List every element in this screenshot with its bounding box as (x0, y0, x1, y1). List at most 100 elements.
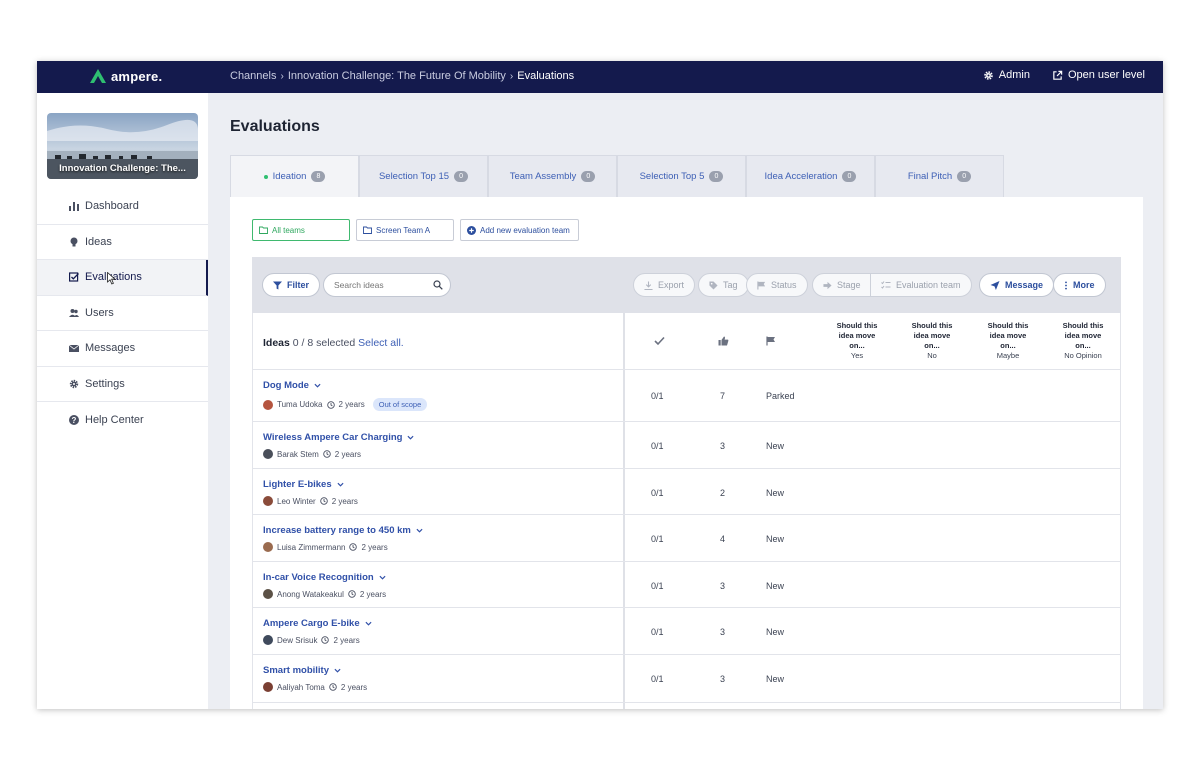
stage-button[interactable]: Stage (812, 273, 872, 297)
send-icon (990, 280, 1000, 290)
likes-cell: 3 (720, 627, 726, 637)
idea-age: 2 years (331, 496, 358, 506)
sidebar-item-evaluations[interactable]: Evaluations (37, 260, 208, 296)
chevron-down-icon (334, 668, 341, 673)
envelope-icon (69, 344, 79, 353)
top-bar: ampere. Channels › Innovation Challenge:… (37, 61, 1163, 93)
add-evaluation-team-button[interactable]: Add new evaluation team (460, 219, 579, 241)
sidebar-item-messages[interactable]: Messages (37, 331, 208, 367)
question-line: on... (1075, 341, 1091, 350)
list-check-icon (881, 280, 891, 289)
sidebar-item-settings[interactable]: Settings (37, 367, 208, 402)
question-icon: ? (69, 414, 79, 425)
screen-team-a-chip[interactable]: Screen Team A (356, 219, 454, 241)
status-cell: New (766, 441, 785, 451)
admin-button[interactable]: Admin (983, 69, 1030, 81)
all-teams-chip[interactable]: All teams (252, 219, 350, 241)
table-row[interactable]: Lighter E-bikes Leo Winter 2 years 0/1 2… (253, 469, 1120, 515)
question-column-no: Should this idea move on... No (902, 321, 962, 361)
export-button[interactable]: Export (633, 273, 696, 297)
sidebar-item-dashboard[interactable]: Dashboard (37, 189, 208, 225)
tab-ideation[interactable]: Ideation 8 (230, 155, 359, 197)
table-row[interactable]: In-car Voice Recognition Anong Watakeaku… (253, 562, 1120, 608)
idea-title[interactable]: Dog Mode (263, 380, 321, 391)
select-all-link[interactable]: Select all. (358, 337, 404, 349)
idea-author: Anong Watakeakul (277, 589, 344, 599)
table-row[interactable]: Wireless Ampere Car Charging Barak Stem … (253, 422, 1120, 469)
tag-button[interactable]: Tag (698, 273, 749, 297)
table-row[interactable]: Smart mobility Aaliyah Toma 2 years 0/1 … (253, 655, 1120, 703)
idea-title[interactable]: Increase battery range to 450 km (263, 525, 423, 536)
idea-title[interactable]: Smart mobility (263, 665, 341, 676)
status-cell: New (766, 674, 785, 684)
idea-author: Tuma Udoka (277, 400, 323, 409)
question-line: on... (849, 341, 865, 350)
logo[interactable]: ampere. (89, 68, 162, 84)
gear-icon (983, 70, 993, 80)
question-line: idea move (989, 331, 1027, 340)
bar-chart-icon (69, 202, 79, 212)
question-line: Should this (987, 321, 1029, 330)
breadcrumb-channels[interactable]: Channels (230, 70, 276, 82)
checkbox-icon (69, 272, 79, 282)
avatar (263, 496, 273, 506)
idea-meta: Aaliyah Toma 2 years (263, 682, 367, 692)
score-cell: 0/1 (651, 534, 664, 544)
search-input[interactable] (323, 273, 451, 297)
tab-idea-acceleration[interactable]: Idea Acceleration 0 (746, 155, 875, 197)
idea-title[interactable]: Ampere Cargo E-bike (263, 618, 372, 629)
idea-title[interactable]: Lighter E-bikes (263, 479, 344, 490)
question-line: idea move (1064, 331, 1102, 340)
sidebar-item-label: Users (85, 306, 114, 319)
idea-title-text: Wireless Ampere Car Charging (263, 432, 403, 443)
tab-label: Selection Top 5 (639, 171, 705, 182)
table-header: Ideas 0 / 8 selected Select all. Should … (253, 313, 1120, 370)
sidebar-item-label: Dashboard (85, 200, 139, 213)
open-user-level-button[interactable]: Open user level (1052, 69, 1145, 81)
tab-team-assembly[interactable]: Team Assembly 0 (488, 155, 617, 197)
thumbs-up-icon (718, 336, 729, 346)
channel-card[interactable]: Innovation Challenge: The... (47, 113, 198, 179)
avatar (263, 449, 273, 459)
breadcrumb-channel[interactable]: Innovation Challenge: The Future Of Mobi… (288, 70, 506, 82)
table-row[interactable]: Ampere Cargo E-bike Dew Srisuk 2 years 0… (253, 608, 1120, 655)
chevron-right-icon: › (509, 70, 514, 82)
tab-count: 8 (311, 171, 326, 182)
idea-title[interactable]: Wireless Ampere Car Charging (263, 432, 414, 443)
status-label: Status (771, 280, 797, 290)
idea-age: 2 years (340, 682, 368, 692)
question-column-no-opinion: Should this idea move on... No Opinion (1053, 321, 1113, 361)
ideas-toolbar: Filter Export Tag Status (252, 257, 1121, 313)
evaluation-team-button[interactable]: Evaluation team (870, 273, 972, 297)
selected-count: 0 / 8 selected (292, 337, 356, 349)
idea-author: Dew Srisuk (277, 635, 318, 645)
score-cell: 0/1 (651, 674, 664, 684)
sidebar-item-help-center[interactable]: ? Help Center (37, 402, 208, 438)
filter-label: Filter (287, 280, 310, 290)
clock-icon (326, 400, 335, 409)
all-teams-label: All teams (272, 225, 305, 235)
table-row[interactable]: Increase battery range to 450 km Luisa Z… (253, 515, 1120, 562)
score-cell: 0/1 (651, 488, 664, 498)
sidebar-item-label: Ideas (85, 235, 112, 248)
tab-final-pitch[interactable]: Final Pitch 0 (875, 155, 1004, 197)
tab-selection-top-5[interactable]: Selection Top 5 0 (617, 155, 746, 197)
more-button[interactable]: More (1053, 273, 1106, 297)
plus-circle-icon (467, 225, 476, 235)
idea-title[interactable]: In-car Voice Recognition (263, 572, 386, 583)
status-button[interactable]: Status (746, 273, 808, 297)
sidebar-item-users[interactable]: Users (37, 296, 208, 331)
chevron-down-icon (337, 482, 344, 487)
sidebar-item-ideas[interactable]: Ideas (37, 225, 208, 260)
clock-icon (348, 590, 356, 598)
folder-icon (259, 226, 268, 234)
download-icon (644, 280, 653, 290)
idea-age: 2 years (333, 635, 360, 645)
tab-selection-top-15[interactable]: Selection Top 15 0 (359, 155, 488, 197)
filter-button[interactable]: Filter (262, 273, 321, 297)
flag-icon (757, 280, 766, 290)
table-row[interactable]: Dog Mode Tuma Udoka 2 years Out of scope… (253, 370, 1120, 422)
open-user-level-label: Open user level (1067, 69, 1145, 81)
evaluation-team-label: Evaluation team (896, 280, 961, 290)
message-button[interactable]: Message (979, 273, 1055, 297)
